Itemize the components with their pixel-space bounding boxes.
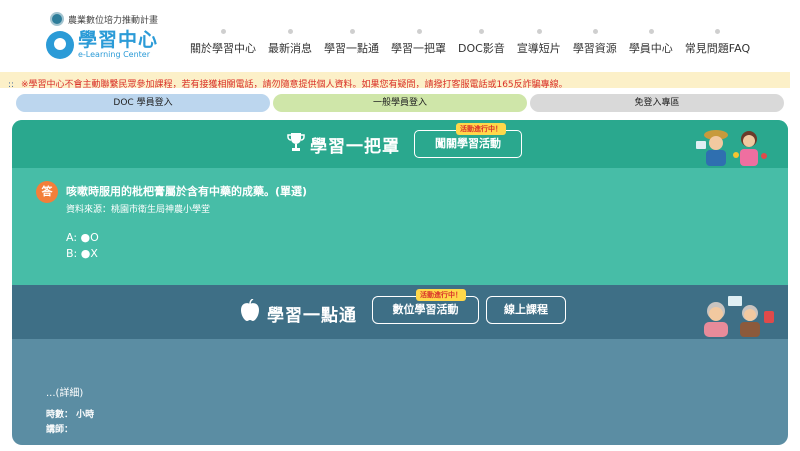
notice-bar: :: ※學習中心不會主動聯繫民眾參加課程，若有接獲相關電話，請勿隨意提供個人資料… <box>0 72 790 90</box>
quiz-section: 學習一把罩 闖關學習活動 活動進行中！ 答 咳嗽時服用的枇杷膏屬於含有中藥的成藥… <box>12 120 788 285</box>
general-login-button[interactable]: 一般學員登入 <box>273 94 527 112</box>
apple-icon <box>241 299 259 321</box>
mascot-icon <box>46 31 74 59</box>
nav-learn-zhao[interactable]: 學習一把罩 <box>385 28 452 56</box>
notice-prefix: :: <box>8 80 17 90</box>
nav-learn-tong[interactable]: 學習一點通 <box>318 28 385 56</box>
gov-logo-text: 農業數位培力推動計畫 <box>68 15 159 26</box>
farmers-illustration-icon <box>696 130 767 166</box>
course-hours: 時數： 小時 <box>46 410 95 420</box>
nav-faq[interactable]: 常見問題FAQ <box>679 28 756 56</box>
nav-member-center[interactable]: 學員中心 <box>623 28 679 56</box>
doc-login-button[interactable]: DOC 學員登入 <box>16 94 270 112</box>
course-section-header: 學習一點通 數位學習活動 活動進行中！ 線上課程 <box>12 285 788 339</box>
quiz-section-title: 學習一把罩 <box>310 137 400 157</box>
nav-promo-video[interactable]: 宣導短片 <box>511 28 567 56</box>
course-detail-link[interactable]: ...(詳細) <box>46 384 83 399</box>
gov-logo[interactable]: 農業數位培力推動計畫 <box>50 12 158 26</box>
option-a-radio[interactable]: A: ●O <box>66 231 99 244</box>
nav-resources[interactable]: 學習資源 <box>567 28 623 56</box>
option-b-radio[interactable]: B: ●X <box>66 247 98 260</box>
brand-logo[interactable]: 學習中心 e-Learning Center <box>46 30 158 60</box>
answer-badge: 答 <box>36 181 58 203</box>
site-header: 農業數位培力推動計畫 學習中心 e-Learning Center 關於學習中心… <box>0 0 800 72</box>
brand-english: e-Learning Center <box>78 50 151 59</box>
login-bar: DOC 學員登入 一般學員登入 免登入專區 <box>16 94 784 112</box>
quiz-source: 資料來源：桃園市衛生局神農小學堂 <box>66 205 211 215</box>
nav-doc-video[interactable]: DOC影音 <box>452 28 511 56</box>
course-teacher: 講師： <box>46 425 74 435</box>
elders-illustration-icon <box>704 296 774 337</box>
trophy-icon <box>287 133 305 151</box>
main-nav: 關於學習中心 最新消息 學習一點通 學習一把罩 DOC影音 宣導短片 學習資源 … <box>184 28 756 56</box>
nav-news[interactable]: 最新消息 <box>262 28 318 56</box>
online-course-button[interactable]: 線上課程 <box>486 296 566 324</box>
no-login-zone-button[interactable]: 免登入專區 <box>530 94 784 112</box>
emblem-icon <box>50 12 64 26</box>
notice-message: ※學習中心不會主動聯繫民眾參加課程，若有接獲相關電話，請勿隨意提供個人資料。如果… <box>20 80 568 90</box>
quiz-section-header: 學習一把罩 闖關學習活動 活動進行中！ <box>12 120 788 168</box>
course-section: 學習一點通 數位學習活動 活動進行中！ 線上課程 ...(詳細) 時數： 小時 … <box>12 285 788 445</box>
brand-name: 學習中心 <box>78 29 159 51</box>
nav-about[interactable]: 關於學習中心 <box>184 28 262 56</box>
activity-tag: 活動進行中！ <box>456 123 506 135</box>
notice-text: :: ※學習中心不會主動聯繫民眾參加課程，若有接獲相關電話，請勿隨意提供個人資料… <box>0 80 568 90</box>
course-section-title: 學習一點通 <box>267 306 357 326</box>
quiz-question: 咳嗽時服用的枇杷膏屬於含有中藥的成藥。(單選) <box>66 185 308 198</box>
activity-tag: 活動進行中！ <box>416 289 466 301</box>
